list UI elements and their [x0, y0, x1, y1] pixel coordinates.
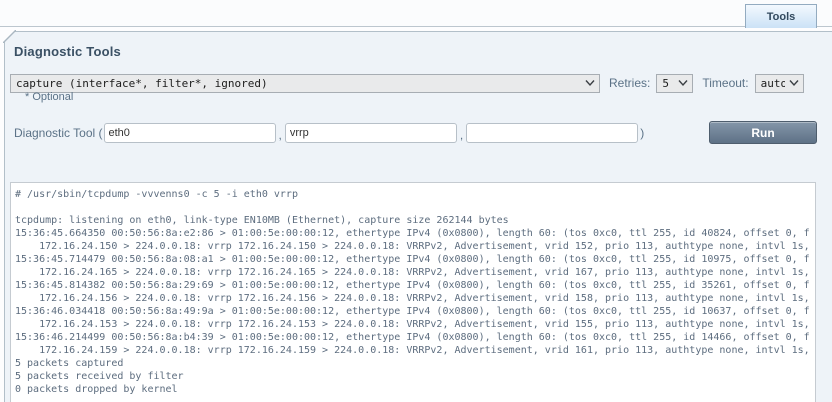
- panel-corner-notch: [3, 30, 16, 43]
- retries-label: Retries:: [600, 76, 656, 90]
- timeout-label: Timeout:: [693, 76, 754, 90]
- tab-tools-label: Tools: [767, 11, 796, 23]
- timeout-select[interactable]: auto: [755, 74, 804, 93]
- timeout-select-wrap: auto: [755, 74, 804, 93]
- retries-select[interactable]: 5: [656, 74, 693, 93]
- tool-select[interactable]: capture (interface*, filter*, ignored): [10, 74, 600, 93]
- arg3-input[interactable]: [466, 123, 638, 143]
- optional-note: * Optional: [25, 91, 73, 103]
- arg1-input[interactable]: [104, 123, 276, 143]
- console-output-text: # /usr/sbin/tcpdump -vvvenns0 -c 5 -i et…: [15, 188, 811, 396]
- retries-select-wrap: 5: [656, 74, 693, 93]
- run-button[interactable]: Run: [709, 121, 817, 144]
- diagnostic-tool-label: Diagnostic Tool (: [14, 126, 103, 140]
- page-title: Diagnostic Tools: [14, 44, 121, 59]
- tab-tools[interactable]: Tools: [745, 4, 817, 28]
- tool-select-wrap: capture (interface*, filter*, ignored): [10, 74, 600, 93]
- top-bar: Tools: [0, 0, 832, 27]
- arg-separator: ,: [277, 124, 284, 142]
- arg2-input[interactable]: [285, 123, 457, 143]
- arg-separator: ,: [458, 124, 465, 142]
- tool-config-row: capture (interface*, filter*, ignored) R…: [10, 73, 816, 93]
- diagnostic-tool-row: Diagnostic Tool ( , , ): [14, 120, 644, 145]
- console-output-box[interactable]: # /usr/sbin/tcpdump -vvvenns0 -c 5 -i et…: [10, 182, 816, 402]
- close-paren: ): [639, 126, 644, 140]
